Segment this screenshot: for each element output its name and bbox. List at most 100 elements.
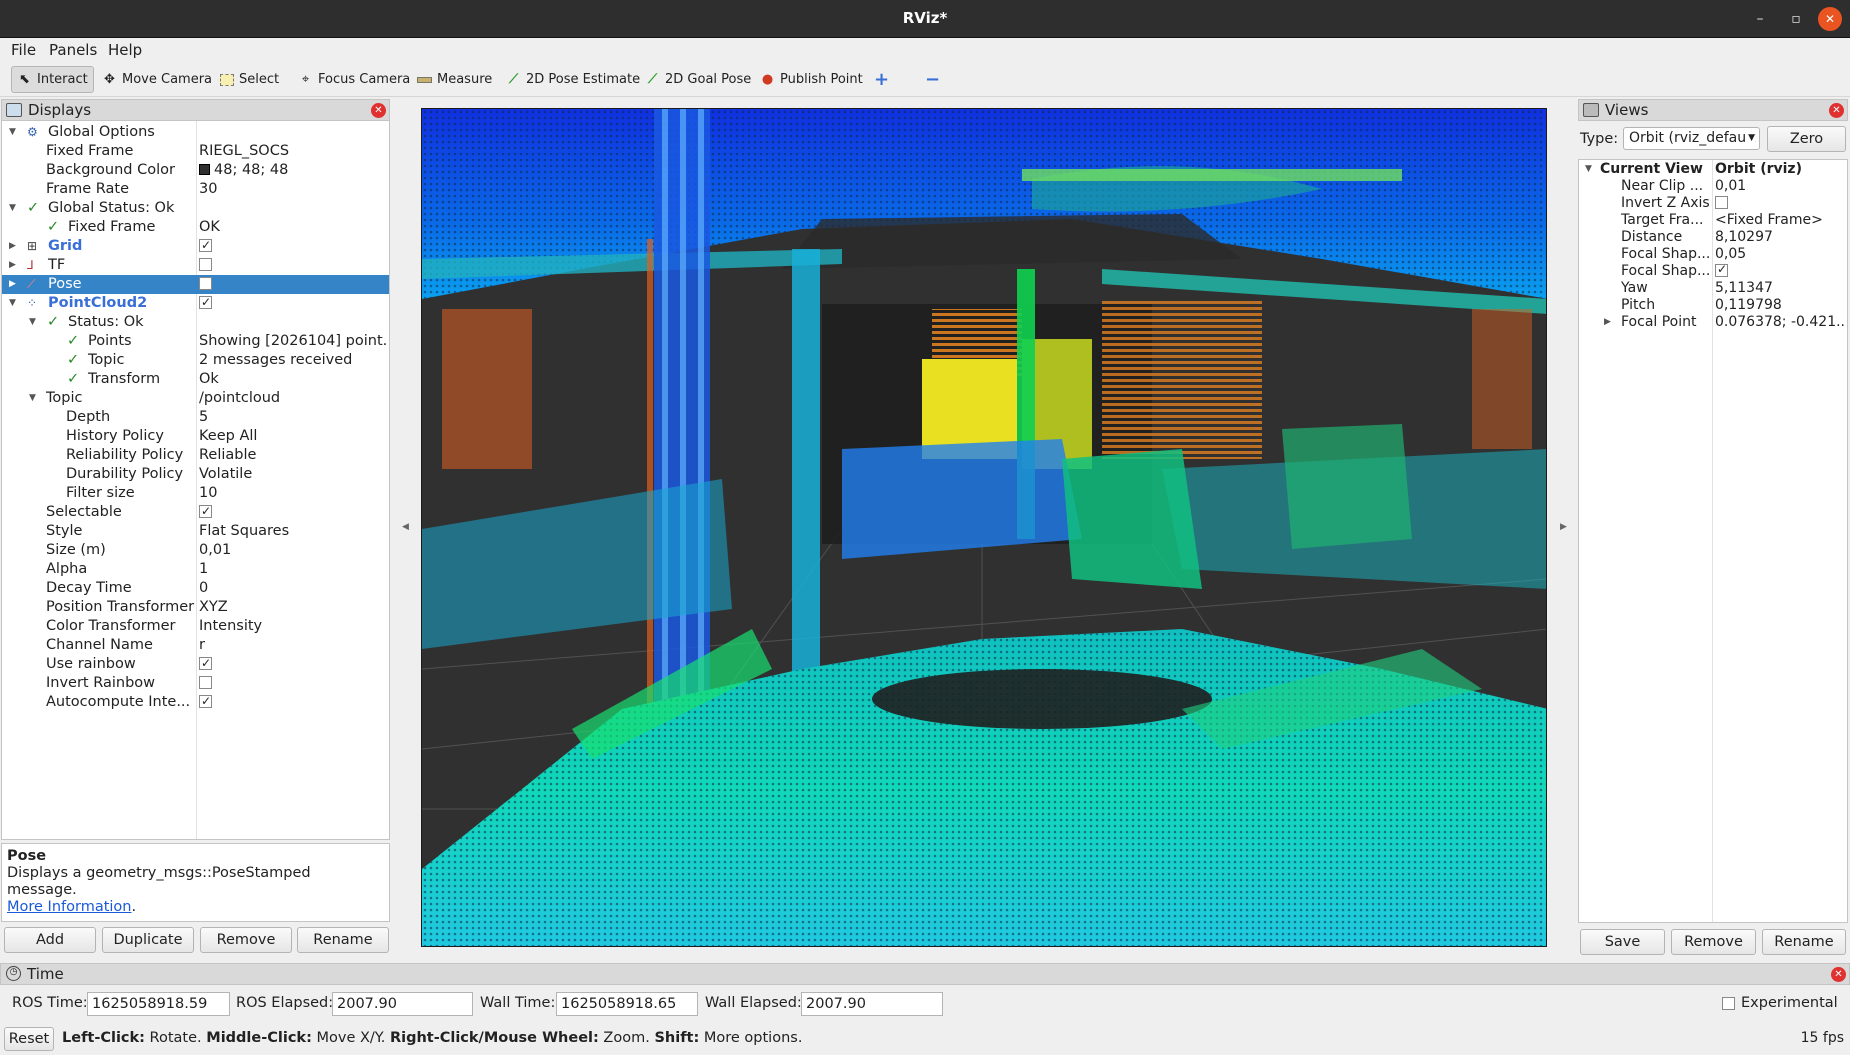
pointcloud2-enabled-checkbox[interactable] <box>199 294 212 312</box>
collapse-arrow-icon[interactable]: ▶ <box>9 256 16 275</box>
duplicate-display-button[interactable]: Duplicate <box>102 927 194 953</box>
row-value[interactable]: 0 <box>199 579 387 598</box>
expand-arrow-icon[interactable]: ▼ <box>9 199 16 218</box>
measure-tool[interactable]: Measure <box>412 66 497 93</box>
row-value[interactable] <box>1715 195 1845 212</box>
row-value[interactable]: 5,11347 <box>1715 280 1845 297</box>
collapse-arrow-icon[interactable]: ▶ <box>1604 314 1611 331</box>
tree-row-reliability-policy[interactable]: Reliability Policy Reliable <box>2 446 389 465</box>
remove-display-button[interactable]: Remove <box>200 927 292 953</box>
menu-help[interactable]: Help <box>108 41 142 59</box>
experimental-checkbox[interactable] <box>1722 997 1735 1010</box>
row-value[interactable]: 0.076378; -0.421... <box>1715 314 1845 331</box>
tree-row-use-rainbow[interactable]: Use rainbow <box>2 655 389 674</box>
row-value[interactable]: /pointcloud <box>199 389 387 408</box>
autocompute-checkbox[interactable] <box>199 693 212 711</box>
interact-tool[interactable]: ⬉ Interact <box>11 66 94 93</box>
row-value[interactable]: 0,01 <box>199 541 387 560</box>
row-value[interactable]: 1 <box>199 560 387 579</box>
tree-row-durability-policy[interactable]: Durability Policy Volatile <box>2 465 389 484</box>
row-value[interactable]: 30 <box>199 180 387 199</box>
row-value[interactable] <box>199 503 387 522</box>
row-value[interactable]: RIEGL_SOCS <box>199 142 387 161</box>
tree-row-alpha[interactable]: Alpha 1 <box>2 560 389 579</box>
close-icon[interactable]: ✕ <box>371 103 386 118</box>
more-information-link[interactable]: More Information <box>7 899 132 915</box>
tree-row-topic-status[interactable]: ✓ Topic 2 messages received <box>2 351 389 370</box>
tree-row-pointcloud2[interactable]: ▼ ⁘ PointCloud2 <box>2 294 389 313</box>
tree-row-topic[interactable]: ▼ Topic /pointcloud <box>2 389 389 408</box>
expand-arrow-icon[interactable]: ▼ <box>9 294 16 313</box>
close-button[interactable]: ✕ <box>1818 7 1842 31</box>
tree-row-decay-time[interactable]: Decay Time 0 <box>2 579 389 598</box>
left-splitter-handle[interactable]: ◀ <box>402 522 409 532</box>
row-value[interactable]: Reliable <box>199 446 387 465</box>
tree-row-current-view[interactable]: ▼ Current View Orbit (rviz) <box>1579 161 1847 178</box>
row-value[interactable] <box>199 693 387 712</box>
row-value[interactable]: 0,01 <box>1715 178 1845 195</box>
ros-time-field[interactable]: 1625058918.59 <box>87 992 230 1016</box>
tree-row-size[interactable]: Size (m) 0,01 <box>2 541 389 560</box>
move-camera-tool[interactable]: ✥ Move Camera <box>97 66 217 93</box>
focus-camera-tool[interactable]: ⌖ Focus Camera <box>293 66 415 93</box>
invert-rainbow-checkbox[interactable] <box>199 676 212 689</box>
close-icon[interactable]: ✕ <box>1829 103 1844 118</box>
collapse-arrow-icon[interactable]: ▶ <box>9 275 16 294</box>
collapse-arrow-icon[interactable]: ▶ <box>9 237 16 256</box>
wall-time-field[interactable]: 1625058918.65 <box>556 992 698 1016</box>
row-value[interactable]: 8,10297 <box>1715 229 1845 246</box>
view-type-select[interactable]: Orbit (rviz_default ▼ <box>1623 127 1760 150</box>
tf-enabled-checkbox[interactable] <box>199 258 212 271</box>
tree-row-near-clip[interactable]: Near Clip ... 0,01 <box>1579 178 1847 195</box>
tree-row-invert-z[interactable]: Invert Z Axis <box>1579 195 1847 212</box>
goal-pose-tool[interactable]: ⟋ 2D Goal Pose <box>640 66 756 93</box>
tree-row-color-transformer[interactable]: Color Transformer Intensity <box>2 617 389 636</box>
expand-arrow-icon[interactable]: ▼ <box>29 389 36 408</box>
tree-row-invert-rainbow[interactable]: Invert Rainbow <box>2 674 389 693</box>
tree-row-transform[interactable]: ✓ Transform Ok <box>2 370 389 389</box>
remove-tool-button[interactable]: − <box>920 66 945 93</box>
row-value[interactable]: Flat Squares <box>199 522 387 541</box>
tree-row-points[interactable]: ✓ Points Showing [2026104] point... <box>2 332 389 351</box>
tree-row-global-status[interactable]: ▼ ✓ Global Status: Ok <box>2 199 389 218</box>
pose-enabled-checkbox[interactable] <box>199 277 212 290</box>
row-value[interactable] <box>199 674 387 693</box>
row-value[interactable]: 10 <box>199 484 387 503</box>
tree-row-global-options[interactable]: ▼ ⚙ Global Options <box>2 123 389 142</box>
tree-row-history-policy[interactable]: History Policy Keep All <box>2 427 389 446</box>
row-value[interactable] <box>199 237 387 256</box>
row-value[interactable]: XYZ <box>199 598 387 617</box>
tree-row-depth[interactable]: Depth 5 <box>2 408 389 427</box>
invert-z-checkbox[interactable] <box>1715 196 1728 209</box>
reset-button[interactable]: Reset <box>4 1027 54 1051</box>
expand-arrow-icon[interactable]: ▼ <box>1585 161 1592 178</box>
zero-button[interactable]: Zero <box>1767 126 1846 152</box>
tree-row-focal-shape-size[interactable]: Focal Shap... 0,05 <box>1579 246 1847 263</box>
tree-row-grid[interactable]: ▶ ⊞ Grid <box>2 237 389 256</box>
remove-view-button[interactable]: Remove <box>1671 929 1756 955</box>
tree-row-frame-rate[interactable]: Frame Rate 30 <box>2 180 389 199</box>
add-display-button[interactable]: Add <box>4 927 96 953</box>
render-viewport[interactable] <box>421 108 1547 947</box>
maximize-button[interactable]: ▫ <box>1784 7 1808 31</box>
tree-row-selectable[interactable]: Selectable <box>2 503 389 522</box>
row-value[interactable]: 0,119798 <box>1715 297 1845 314</box>
row-value[interactable] <box>1715 263 1845 280</box>
row-value[interactable]: <Fixed Frame> <box>1715 212 1845 229</box>
menu-file[interactable]: File <box>11 41 36 59</box>
tree-row-focal-point[interactable]: ▶ Focal Point 0.076378; -0.421... <box>1579 314 1847 331</box>
expand-arrow-icon[interactable]: ▼ <box>29 313 36 332</box>
grid-enabled-checkbox[interactable] <box>199 237 212 255</box>
save-view-button[interactable]: Save <box>1580 929 1665 955</box>
use-rainbow-checkbox[interactable] <box>199 655 212 673</box>
expand-arrow-icon[interactable]: ▼ <box>9 123 16 142</box>
tree-row-status-fixed-frame[interactable]: ✓ Fixed Frame OK <box>2 218 389 237</box>
close-icon[interactable]: ✕ <box>1831 967 1846 982</box>
right-splitter-handle[interactable]: ▶ <box>1560 522 1567 532</box>
pose-estimate-tool[interactable]: ⟋ 2D Pose Estimate <box>501 66 645 93</box>
publish-point-tool[interactable]: ● Publish Point <box>755 66 868 93</box>
tree-row-status-ok[interactable]: ▼ ✓ Status: Ok <box>2 313 389 332</box>
focal-shape-checkbox[interactable] <box>1715 263 1728 278</box>
row-value[interactable]: 48; 48; 48 <box>199 161 387 180</box>
row-value[interactable] <box>199 275 387 294</box>
